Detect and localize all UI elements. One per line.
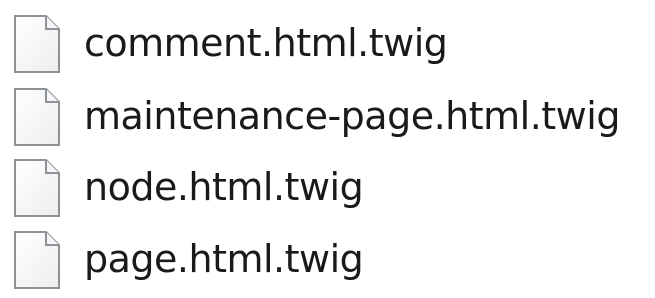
file-name: comment.html.twig: [84, 21, 448, 65]
blank-file-icon: [12, 230, 62, 290]
blank-file-icon: [12, 158, 62, 218]
file-name: maintenance-page.html.twig: [84, 94, 620, 138]
file-item-maintenance-page[interactable]: maintenance-page.html.twig: [0, 87, 655, 151]
file-list: comment.html.twig maintenance-page.html.…: [0, 0, 655, 298]
file-name: page.html.twig: [84, 237, 364, 281]
blank-file-icon: [12, 14, 62, 74]
file-item-comment[interactable]: comment.html.twig: [0, 14, 655, 78]
file-item-node[interactable]: node.html.twig: [0, 158, 655, 222]
blank-file-icon: [12, 87, 62, 147]
file-name: node.html.twig: [84, 165, 364, 209]
file-item-page[interactable]: page.html.twig: [0, 230, 655, 294]
